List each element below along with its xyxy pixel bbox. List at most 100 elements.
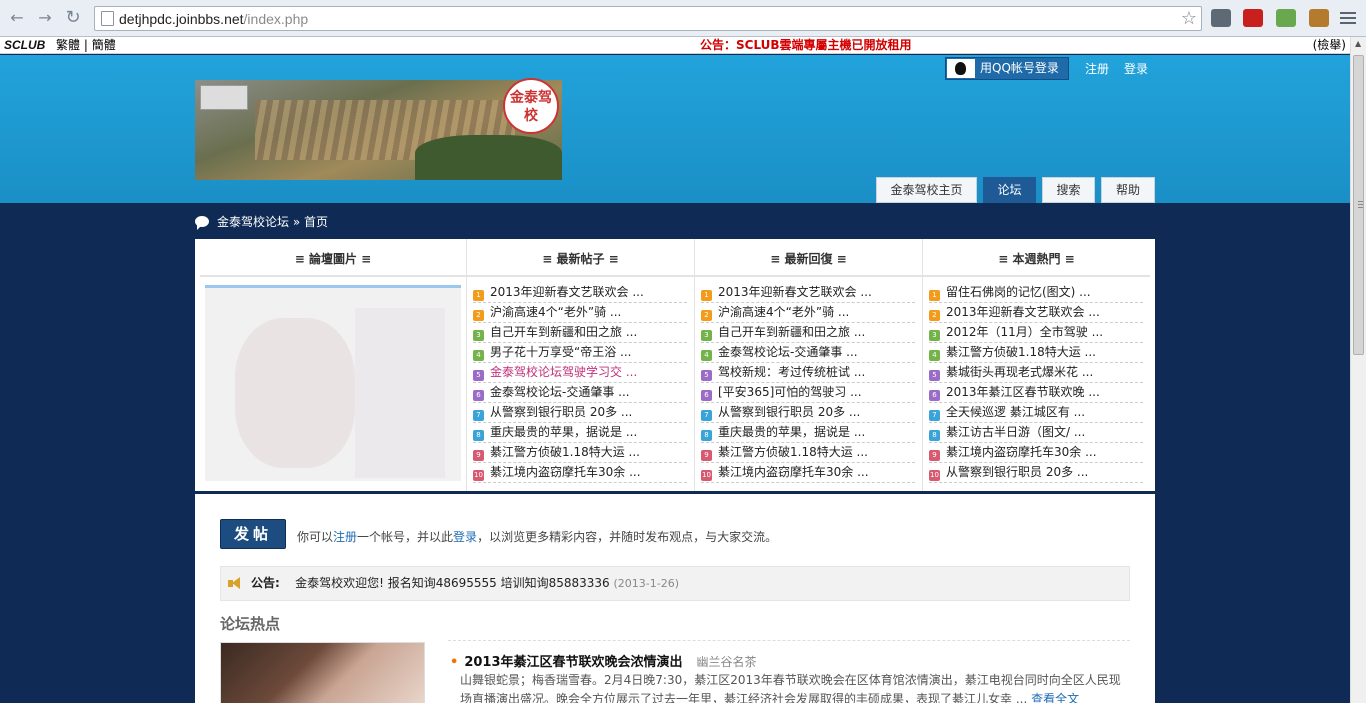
- list-item[interactable]: 8 綦江访古半日游（图文/ ...: [929, 423, 1143, 443]
- list-item[interactable]: 1 2013年迎新春文艺联欢会 ...: [701, 283, 915, 303]
- reload-icon[interactable]: ↻: [62, 8, 84, 28]
- image-slideshow[interactable]: 123456: [205, 285, 461, 481]
- page-icon: [101, 11, 114, 26]
- latest-posts-column: ≡ 最新帖子 ≡ 1 2013年迎新春文艺联欢会 ... 2 沪渝高速4个“老外”骑 …: [466, 239, 694, 491]
- breadcrumb: 金泰驾校论坛 » 首页: [195, 213, 328, 230]
- qq-login-button[interactable]: 用QQ帐号登录: [945, 57, 1069, 80]
- extension-speed-icon[interactable]: [1211, 9, 1231, 27]
- hot-topic-summary: 山舞银蛇景；梅香瑞雪春。2月4日晚7:30，綦江区2013年春节联欢晚会在区体育…: [460, 671, 1130, 703]
- hot-topics-title: 论坛热点: [220, 615, 281, 633]
- list-item[interactable]: 1 2013年迎新春文艺联欢会 ...: [473, 283, 687, 303]
- forward-arrow-icon[interactable]: →: [34, 8, 56, 28]
- list-item[interactable]: 7 从警察到银行职员 20多 ...: [701, 403, 915, 423]
- portal-box: ≡ 論壇圖片 ≡ 123456 ≡ 最新帖子 ≡ 12013年迎新春文艺联欢会 …: [195, 239, 1155, 491]
- read-more-link[interactable]: 查看全文: [1031, 692, 1079, 703]
- column-header: ≡ 最新回復 ≡: [695, 239, 922, 277]
- list-item[interactable]: 5 驾校新规：考过传统桩试 ...: [701, 363, 915, 383]
- latest-replies-column: ≡ 最新回復 ≡ 1 2013年迎新春文艺联欢会 ... 2 沪渝高速4个“老外”骑 …: [694, 239, 922, 491]
- megaphone-icon: [228, 577, 244, 590]
- list-item[interactable]: 6 [平安365]可怕的驾驶习 ...: [701, 383, 915, 403]
- list-item[interactable]: 2 沪渝高速4个“老外”骑 ...: [473, 303, 687, 323]
- guest-invite-text: 你可以注册一个帐号，并以此登录，以浏览更多精彩内容，并随时发布观点，与大家交流。: [297, 530, 778, 544]
- address-bar[interactable]: detjhpdc.joinbbs.net/index.php ☆: [94, 6, 1202, 31]
- list-item[interactable]: 3 自己开车到新疆和田之旅 ...: [701, 323, 915, 343]
- list-item[interactable]: 9 綦江警方侦破1.18特大运 ...: [473, 443, 687, 463]
- rank-badge-icon: 6: [473, 390, 484, 401]
- lang-traditional-link[interactable]: 繁體: [56, 38, 80, 52]
- hot-topic-image[interactable]: [220, 642, 425, 703]
- breadcrumb-forum-link[interactable]: 金泰驾校论坛: [217, 215, 289, 229]
- list-item[interactable]: 1 留住石佛岗的记忆(图文) ...: [929, 283, 1143, 303]
- list-item[interactable]: 4 男子花十万享受“帝王浴 ...: [473, 343, 687, 363]
- menu-icon[interactable]: [1340, 9, 1356, 25]
- list-item[interactable]: 10 綦江境内盗窃摩托车30余 ...: [701, 463, 915, 483]
- rank-badge-icon: 1: [701, 290, 712, 301]
- report-link[interactable]: (檢舉): [1313, 37, 1346, 53]
- list-item[interactable]: 5 綦城街头再现老式爆米花 ...: [929, 363, 1143, 383]
- list-item[interactable]: 7 从警察到银行职员 20多 ...: [473, 403, 687, 423]
- rank-badge-icon: 7: [473, 410, 484, 421]
- rank-badge-icon: 9: [473, 450, 484, 461]
- list-item[interactable]: 3 自己开车到新疆和田之旅 ...: [473, 323, 687, 343]
- rank-badge-icon: 1: [473, 290, 484, 301]
- page-scrollbar[interactable]: ▲: [1350, 37, 1366, 703]
- list-item[interactable]: 10 从警察到银行职员 20多 ...: [929, 463, 1143, 483]
- speech-bubble-icon: [195, 216, 209, 230]
- list-item[interactable]: 2 沪渝高速4个“老外”骑 ...: [701, 303, 915, 323]
- announcement-bar: 公告: 金泰驾校欢迎您! 报名知询48695555 培训知询85883336 (…: [220, 566, 1130, 601]
- list-item[interactable]: 2 2013年迎新春文艺联欢会 ...: [929, 303, 1143, 323]
- youtube-extension-icon[interactable]: [1243, 9, 1263, 27]
- rank-badge-icon: 9: [701, 450, 712, 461]
- login-link[interactable]: 登录: [1124, 60, 1148, 77]
- list-item[interactable]: 8 重庆最贵的苹果，据说是 ...: [473, 423, 687, 443]
- rank-badge-icon: 4: [473, 350, 484, 361]
- weekly-hot-column: ≡ 本週熱門 ≡ 1 留住石佛岗的记忆(图文) ... 2 2013年迎新春文艺联欢会…: [922, 239, 1150, 491]
- notice-link[interactable]: 金泰驾校欢迎您! 报名知询48695555 培训知询85883336: [295, 576, 610, 590]
- rank-badge-icon: 2: [473, 310, 484, 321]
- invite-register-link[interactable]: 注册: [333, 530, 357, 544]
- rank-badge-icon: 8: [473, 430, 484, 441]
- new-post-button[interactable]: 发帖: [220, 519, 286, 549]
- lang-simplified-link[interactable]: 簡體: [92, 38, 116, 52]
- tab-home[interactable]: 金泰驾校主页: [876, 177, 977, 203]
- breadcrumb-current: 首页: [304, 215, 329, 229]
- scroll-up-arrow-icon[interactable]: ▲: [1355, 39, 1361, 48]
- list-item[interactable]: 4 綦江警方侦破1.18特大运 ...: [929, 343, 1143, 363]
- list-item[interactable]: 9 綦江警方侦破1.18特大运 ...: [701, 443, 915, 463]
- tab-search[interactable]: 搜索: [1042, 177, 1095, 203]
- hot-topic-link[interactable]: 2013年綦江区春节联欢晚会浓情演出: [464, 655, 682, 670]
- rank-badge-icon: 10: [701, 470, 712, 481]
- list-item[interactable]: 6 2013年綦江区春节联欢晚 ...: [929, 383, 1143, 403]
- sclub-announcement[interactable]: 公告：SCLUB雲端專屬主機已開放租用: [700, 37, 912, 53]
- rank-badge-icon: 3: [701, 330, 712, 341]
- hot-topic-headline: • 2013年綦江区春节联欢晚会浓情演出 幽兰谷名茶: [450, 655, 757, 670]
- rank-badge-icon: 8: [929, 430, 940, 441]
- tab-help[interactable]: 帮助: [1101, 177, 1155, 203]
- rank-badge-icon: 10: [929, 470, 940, 481]
- invite-login-link[interactable]: 登录: [453, 530, 477, 544]
- list-item[interactable]: 4 金泰驾校论坛-交通肇事 ...: [701, 343, 915, 363]
- list-item[interactable]: 10 綦江境内盗窃摩托车30余 ...: [473, 463, 687, 483]
- list-item[interactable]: 5 金泰驾校论坛驾驶学习交 ...: [473, 363, 687, 383]
- register-link[interactable]: 注册: [1085, 60, 1109, 77]
- tab-forum[interactable]: 论坛: [983, 177, 1036, 203]
- rank-badge-icon: 10: [473, 470, 484, 481]
- rank-badge-icon: 6: [701, 390, 712, 401]
- list-item[interactable]: 6 金泰驾校论坛-交通肇事 ...: [473, 383, 687, 403]
- list-item[interactable]: 3 2012年（11月）全市驾驶 ...: [929, 323, 1143, 343]
- reader-extension-icon[interactable]: [1309, 9, 1329, 27]
- hot-topic-author[interactable]: 幽兰谷名茶: [697, 655, 757, 669]
- list-item[interactable]: 9 綦江境内盗窃摩托车30余 ...: [929, 443, 1143, 463]
- back-arrow-icon[interactable]: ←: [6, 8, 28, 28]
- rank-badge-icon: 2: [929, 310, 940, 321]
- rank-badge-icon: 9: [929, 450, 940, 461]
- home-extension-icon[interactable]: [1276, 9, 1296, 27]
- address-url[interactable]: detjhpdc.joinbbs.net/index.php: [119, 11, 308, 27]
- list-item[interactable]: 7 全天候巡逻 綦江城区有 ...: [929, 403, 1143, 423]
- bookmark-star-icon[interactable]: ☆: [1181, 8, 1197, 29]
- scrollbar-thumb[interactable]: [1353, 55, 1364, 355]
- rank-badge-icon: 4: [929, 350, 940, 361]
- list-item[interactable]: 8 重庆最贵的苹果，据说是 ...: [701, 423, 915, 443]
- latest-posts-list: 1 2013年迎新春文艺联欢会 ... 2 沪渝高速4个“老外”骑 ... 3 自己开车到…: [473, 283, 687, 483]
- sclub-logo[interactable]: SCLUB: [4, 37, 45, 53]
